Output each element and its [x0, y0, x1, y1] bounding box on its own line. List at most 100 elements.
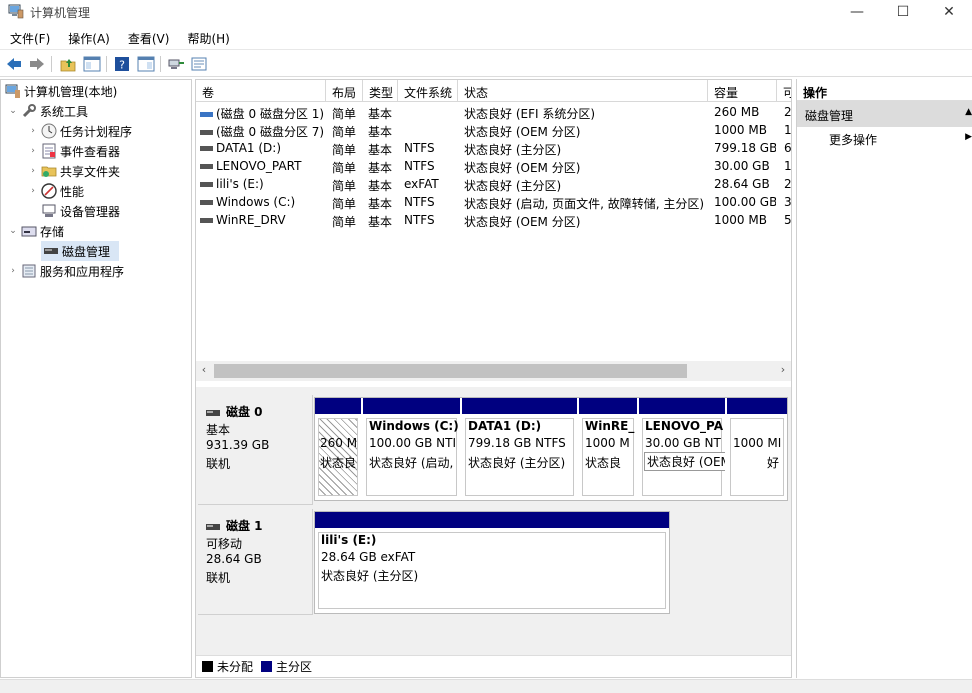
volume-free: 2 [784, 105, 792, 119]
volume-row[interactable]: DATA1 (D:) 简单 基本 NTFS 状态良好 (主分区) 799.18 GB 6 [196, 139, 792, 157]
volume-name: Windows (C:) [200, 195, 324, 209]
tree-device-manager[interactable]: 设备管理器 [39, 201, 120, 221]
tree-disk-management[interactable]: 磁盘管理 [41, 241, 119, 261]
volume-drive-icon [200, 200, 213, 205]
help-button[interactable]: ? [112, 54, 132, 74]
column-type[interactable]: 类型 [363, 80, 398, 102]
more-actions-item[interactable]: 更多操作 ▶ [797, 127, 972, 149]
volume-capacity: 1000 MB [714, 213, 767, 227]
chevron-right-icon[interactable]: › [27, 186, 39, 196]
scroll-right-icon[interactable]: › [775, 363, 791, 376]
partition-lenovo[interactable]: LENOVO_PA 30.00 GB NT 状态良好 (OEM 分区) [639, 398, 725, 500]
chevron-right-icon[interactable]: › [27, 146, 39, 156]
close-button[interactable]: ✕ [926, 0, 972, 24]
disk-1-info[interactable]: 磁盘 1 可移动 28.64 GB 联机 [198, 509, 313, 615]
menu-view[interactable]: 查看(V) [118, 27, 178, 47]
chevron-down-icon[interactable]: ⌄ [7, 226, 19, 236]
disk-0-info[interactable]: 磁盘 0 基本 931.39 GB 联机 [198, 395, 313, 505]
partition-size: 1000 M [585, 436, 630, 450]
volume-layout: 简单 [332, 197, 357, 211]
volume-filesystem: NTFS [404, 159, 435, 173]
volume-name-text: lili's (E:) [216, 177, 264, 191]
tree-shared-folders-label: 共享文件夹 [60, 164, 121, 179]
horizontal-scrollbar[interactable]: ‹ › [196, 361, 791, 381]
chevron-right-icon[interactable]: › [7, 266, 19, 276]
tree-performance[interactable]: › 性能 [27, 181, 84, 201]
legend: 未分配 主分区 [196, 655, 791, 677]
volume-status: 状态良好 (主分区) [464, 179, 562, 193]
disk-graph-area: 磁盘 0 基本 931.39 GB 联机 260 M 状态良 Windows (… [196, 387, 791, 677]
volume-type: 基本 [368, 215, 393, 229]
tree-device-manager-label: 设备管理器 [60, 204, 121, 219]
volume-row[interactable]: WinRE_DRV 简单 基本 NTFS 状态良好 (OEM 分区) 1000 MB 5 [196, 211, 792, 229]
column-capacity[interactable]: 容量 [708, 80, 777, 102]
volume-name: WinRE_DRV [200, 213, 324, 227]
tree-shared-folders[interactable]: › 共享文件夹 [27, 161, 120, 181]
volume-row[interactable]: lili's (E:) 简单 基本 exFAT 状态良好 (主分区) 28.64 GB 2 [196, 175, 792, 193]
disk-0-name: 磁盘 0 [226, 405, 263, 419]
volume-capacity: 100.00 GB [714, 195, 776, 209]
scroll-left-icon[interactable]: ‹ [196, 363, 212, 376]
partition-size: 799.18 GB NTFS [468, 436, 566, 450]
chevron-down-icon[interactable]: ⌄ [7, 106, 19, 116]
volume-row[interactable]: (磁盘 0 磁盘分区 1) 简单 基本 状态良好 (EFI 系统分区) 260 MB 2 [196, 103, 792, 121]
maximize-button[interactable]: ☐ [880, 0, 926, 24]
column-free[interactable]: 可 [777, 80, 791, 102]
chevron-right-icon[interactable]: › [27, 126, 39, 136]
column-volume[interactable]: 卷 [196, 80, 326, 102]
volume-row[interactable]: Windows (C:) 简单 基本 NTFS 状态良好 (启动, 页面文件, 故障转储… [196, 193, 792, 211]
volume-name-text: (磁盘 0 磁盘分区 7) [216, 125, 324, 139]
properties-button[interactable] [136, 54, 156, 74]
partition-status: 状态良 [320, 456, 357, 470]
partition-data1-d[interactable]: DATA1 (D:) 799.18 GB NTFS 状态良好 (主分区) [462, 398, 577, 500]
column-filesystem[interactable]: 文件系统 [398, 80, 458, 102]
volume-drive-icon [200, 182, 213, 187]
partition-efi[interactable]: 260 M 状态良 [315, 398, 361, 500]
up-folder-button[interactable] [58, 54, 78, 74]
tree-disk-management-label: 磁盘管理 [62, 244, 111, 259]
toolbar-separator [106, 56, 107, 72]
scrollbar-thumb[interactable] [214, 364, 687, 378]
volume-drive-icon [200, 146, 213, 151]
volume-list-header: 卷 布局 类型 文件系统 状态 容量 可 [196, 80, 791, 102]
volume-row[interactable]: LENOVO_PART 简单 基本 NTFS 状态良好 (OEM 分区) 30.00 GB… [196, 157, 792, 175]
actions-section-label: 磁盘管理 [805, 109, 854, 123]
volume-filesystem: NTFS [404, 195, 435, 209]
tree-root[interactable]: 计算机管理(本地) [3, 81, 117, 101]
column-status[interactable]: 状态 [458, 80, 708, 102]
column-layout[interactable]: 布局 [326, 80, 363, 102]
disk-0-size: 931.39 GB [206, 438, 270, 452]
menu-help[interactable]: 帮助(H) [177, 27, 237, 47]
volume-filesystem: NTFS [404, 141, 435, 155]
minimize-button[interactable]: — [834, 0, 880, 24]
back-button[interactable] [4, 54, 24, 74]
actions-section-disk-management[interactable]: 磁盘管理 ▲ [797, 101, 972, 127]
connect-button[interactable] [166, 54, 186, 74]
collapse-up-icon[interactable]: ▲ [965, 107, 972, 117]
tree-services-apps[interactable]: › 服务和应用程序 [7, 261, 124, 281]
volume-free: 1 [784, 123, 792, 137]
volume-capacity: 1000 MB [714, 123, 767, 137]
chevron-right-icon[interactable]: › [27, 166, 39, 176]
export-button[interactable] [189, 54, 209, 74]
shared-folder-icon [41, 163, 57, 179]
partition-windows-c[interactable]: Windows (C:) 100.00 GB NTI 状态良好 (启动, [363, 398, 460, 500]
volume-type: 基本 [368, 143, 393, 157]
tree-system-tools[interactable]: ⌄ 系统工具 [7, 101, 88, 121]
partition-oem[interactable]: 1000 MI 好 [727, 398, 787, 500]
partition-lili-e[interactable]: lili's (E:) 28.64 GB exFAT 状态良好 (主分区) [315, 512, 669, 613]
menu-file[interactable]: 文件(F) [0, 27, 58, 47]
tree-event-viewer[interactable]: › 事件查看器 [27, 141, 120, 161]
tree-task-scheduler[interactable]: › 任务计划程序 [27, 121, 132, 141]
volume-layout: 简单 [332, 161, 357, 175]
volume-row[interactable]: (磁盘 0 磁盘分区 7) 简单 基本 状态良好 (OEM 分区) 1000 MB 1 [196, 121, 792, 139]
menu-action[interactable]: 操作(A) [58, 27, 118, 47]
partition-name: lili's (E:) [321, 533, 377, 547]
tree-storage[interactable]: ⌄ 存储 [7, 221, 64, 241]
volume-capacity: 30.00 GB [714, 159, 770, 173]
volume-free: 1 [784, 159, 792, 173]
device-manager-icon [41, 203, 57, 219]
forward-button[interactable] [27, 54, 47, 74]
partition-winre[interactable]: WinRE_ 1000 M 状态良 [579, 398, 637, 500]
show-hide-tree-button[interactable] [82, 54, 102, 74]
